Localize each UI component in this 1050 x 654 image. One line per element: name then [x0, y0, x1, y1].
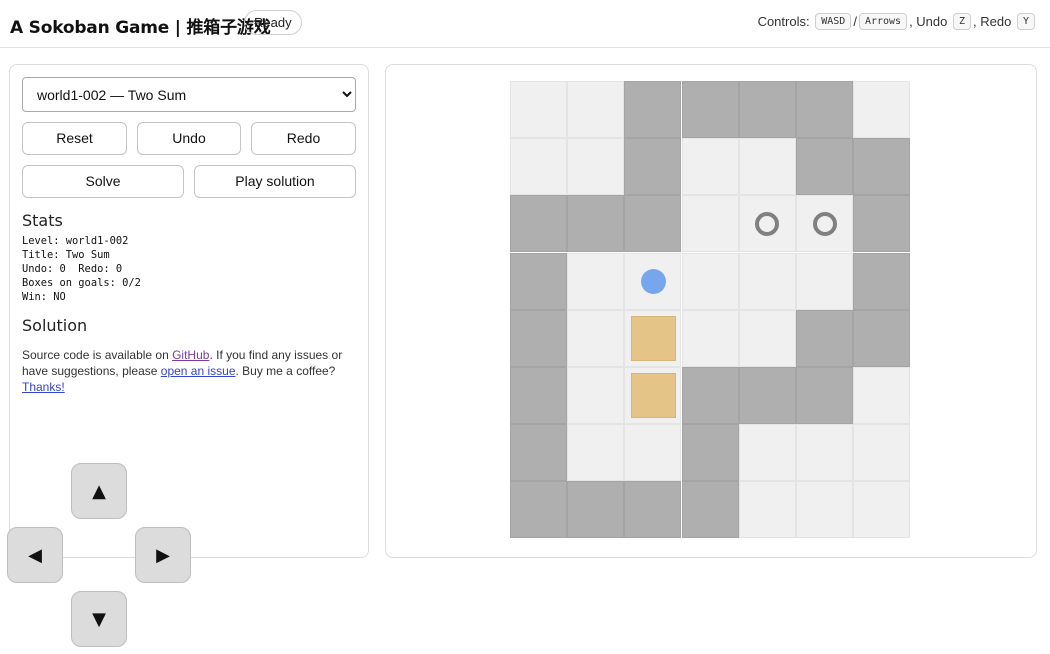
- wall-tile: [510, 195, 567, 253]
- dpad-left-button[interactable]: ◀: [7, 527, 63, 583]
- stats-title: Title: Two Sum: [22, 249, 110, 261]
- solution-heading: Solution: [22, 316, 88, 335]
- wall-tile: [796, 138, 853, 196]
- floor-tile: [738, 252, 796, 310]
- wall-tile: [624, 138, 682, 196]
- wall-tile: [681, 424, 739, 482]
- stats-undo-redo: Undo: 0 Redo: 0: [22, 263, 123, 275]
- play-solution-button[interactable]: Play solution: [194, 165, 356, 198]
- floor-tile: [796, 424, 853, 482]
- status-badge: Ready: [244, 10, 302, 35]
- dpad-up-button[interactable]: ▲: [71, 463, 127, 519]
- board-panel: [385, 64, 1037, 558]
- box: [630, 315, 676, 361]
- stats-win: Win: NO: [22, 291, 66, 303]
- wall-tile: [624, 81, 682, 138]
- undo-hint-label: , Undo: [909, 14, 948, 29]
- wall-tile: [681, 81, 739, 138]
- about-text: Source code is available on GitHub. If y…: [22, 347, 352, 395]
- floor-tile: [796, 481, 853, 539]
- undo-button[interactable]: Undo: [137, 122, 241, 155]
- floor-tile: [853, 481, 911, 539]
- stats-level: Level: world1-002: [22, 235, 129, 247]
- controls-label: Controls:: [757, 14, 810, 29]
- wall-tile: [510, 367, 567, 424]
- wall-tile: [624, 195, 682, 253]
- controls-separator: /: [853, 14, 857, 29]
- wall-tile: [796, 309, 853, 367]
- floor-tile: [567, 424, 625, 482]
- game-board[interactable]: [510, 81, 912, 540]
- wall-tile: [738, 367, 796, 424]
- dpad-down-button[interactable]: ▼: [71, 591, 127, 647]
- wall-tile: [796, 81, 853, 138]
- wall-tile: [510, 309, 567, 367]
- wall-tile: [510, 481, 567, 539]
- thanks-link[interactable]: Thanks!: [22, 380, 65, 394]
- floor-tile: [567, 309, 625, 367]
- wall-tile: [567, 195, 625, 253]
- floor-tile: [853, 367, 911, 424]
- about-text-3: . Buy me a coffee?: [235, 364, 336, 378]
- stats-heading: Stats: [22, 211, 63, 230]
- key-redo: Y: [1016, 13, 1035, 30]
- key-arrows: Arrows: [858, 13, 908, 30]
- floor-tile: [853, 424, 911, 482]
- wall-tile: [853, 195, 911, 253]
- floor-tile: [510, 138, 567, 196]
- control-panel: world1-002 — Two Sum Reset Undo Redo Sol…: [9, 64, 369, 558]
- redo-hint-label: , Redo: [973, 14, 1012, 29]
- wall-tile: [567, 481, 625, 539]
- solve-button[interactable]: Solve: [22, 165, 184, 198]
- floor-tile: [510, 81, 567, 138]
- github-link[interactable]: GitHub: [172, 348, 209, 362]
- wall-tile: [624, 481, 682, 539]
- key-wasd: WASD: [815, 13, 852, 30]
- wall-tile: [853, 138, 911, 196]
- wall-tile: [738, 81, 796, 138]
- key-undo: Z: [953, 13, 972, 30]
- reset-button[interactable]: Reset: [22, 122, 127, 155]
- floor-tile: [796, 252, 853, 310]
- floor-tile: [738, 309, 796, 367]
- floor-tile: [853, 81, 911, 138]
- wall-tile: [681, 481, 739, 539]
- floor-tile: [567, 138, 625, 196]
- floor-tile: [738, 481, 796, 539]
- floor-tile: [567, 252, 625, 310]
- controls-hint: Controls: WASD / Arrows , Undo Z , Redo …: [758, 13, 1037, 30]
- floor-tile: [567, 81, 625, 138]
- floor-tile: [567, 367, 625, 424]
- wall-tile: [796, 367, 853, 424]
- wall-tile: [853, 252, 911, 310]
- wall-tile: [510, 424, 567, 482]
- stats-block: Level: world1-002 Title: Two Sum Undo: 0…: [22, 234, 141, 304]
- player-token: [640, 268, 666, 294]
- redo-button[interactable]: Redo: [251, 122, 356, 155]
- box: [630, 373, 676, 419]
- goal-target: [812, 212, 837, 236]
- floor-tile: [681, 252, 739, 310]
- floor-tile: [681, 309, 739, 367]
- dpad-right-button[interactable]: ▶: [135, 527, 191, 583]
- wall-tile: [681, 367, 739, 424]
- floor-tile: [738, 138, 796, 196]
- about-text-1: Source code is available on: [22, 348, 173, 362]
- wall-tile: [853, 309, 911, 367]
- level-select[interactable]: world1-002 — Two Sum: [22, 77, 356, 112]
- app-title: A Sokoban Game | 推箱子游戏: [10, 18, 271, 38]
- top-bar: A Sokoban Game | 推箱子游戏 Ready Controls: W…: [0, 0, 1050, 48]
- floor-tile: [624, 424, 682, 482]
- floor-tile: [681, 195, 739, 253]
- floor-tile: [738, 424, 796, 482]
- open-issue-link[interactable]: open an issue: [161, 364, 236, 378]
- wall-tile: [510, 252, 567, 310]
- stats-boxes-on-goals: Boxes on goals: 0/2: [22, 277, 141, 289]
- floor-tile: [681, 138, 739, 196]
